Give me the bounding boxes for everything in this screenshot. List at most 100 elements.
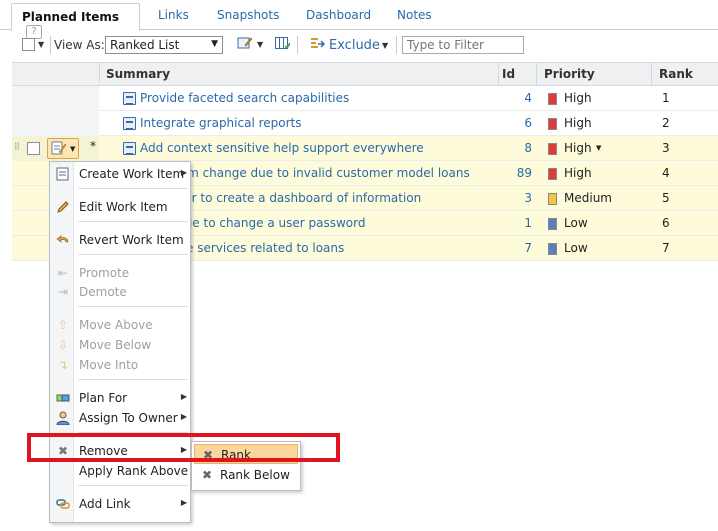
user-icon xyxy=(56,411,70,426)
priority-chevron-down-icon[interactable]: ▼ xyxy=(596,144,601,152)
submenu-arrow-icon: ▶ xyxy=(180,168,187,177)
row-id-link[interactable]: 3 xyxy=(502,191,532,205)
move-below-icon: ⇩ xyxy=(57,338,69,352)
menu-item-promote: ⇤ Promote xyxy=(50,263,192,283)
exclude-icon[interactable] xyxy=(309,36,326,55)
chevron-down-icon: ▼ xyxy=(211,39,218,49)
row-id-link[interactable]: 8 xyxy=(502,141,532,155)
view-as-select[interactable]: Ranked List ▼ xyxy=(105,36,223,54)
tab-snapshots[interactable]: Snapshots xyxy=(217,8,279,22)
view-as-value: Ranked List xyxy=(110,38,180,52)
row-summary-link[interactable]: Integrate graphical reports xyxy=(140,116,302,130)
remove-icon: ✖ xyxy=(202,468,213,482)
table-header: Summary Id Priority Rank xyxy=(12,62,718,86)
edit-view-icon[interactable] xyxy=(237,35,253,54)
column-id[interactable]: Id xyxy=(502,67,515,81)
menu-item-create-work-item[interactable]: Create Work Item ▶ xyxy=(50,164,192,184)
view-as-label: View As: xyxy=(54,38,105,52)
row-summary-link[interactable]: ible to change a user password xyxy=(178,216,365,230)
plan-icon xyxy=(56,391,70,405)
menu-item-move-above: ⇧ Move Above xyxy=(50,315,192,335)
row-priority[interactable]: Low xyxy=(564,216,588,230)
menu-item-label: Assign To Owner xyxy=(79,411,178,425)
create-work-item-icon xyxy=(56,167,70,181)
menu-divider xyxy=(78,306,188,307)
row-priority[interactable]: High xyxy=(564,116,592,130)
row-priority[interactable]: Medium xyxy=(564,191,612,205)
row-summary-link[interactable]: ser to create a dashboard of information xyxy=(178,191,421,205)
row-summary-link[interactable]: e services related to loans xyxy=(186,241,344,255)
toolbar: ▼ View As: Ranked List ▼ ▼ Exclude ▼ xyxy=(0,31,718,59)
row-priority[interactable]: High xyxy=(564,166,592,180)
row-id-link[interactable]: 7 xyxy=(502,241,532,255)
select-menu-chevron-down-icon[interactable]: ▼ xyxy=(38,40,44,49)
revert-icon xyxy=(56,233,70,247)
row-rank: 5 xyxy=(662,191,670,205)
row-rank: 1 xyxy=(662,91,670,105)
menu-item-add-link[interactable]: Add Link ▶ xyxy=(50,494,192,514)
menu-item-label: Move Above xyxy=(79,318,153,332)
header-divider xyxy=(99,62,100,86)
row-rank: 4 xyxy=(662,166,670,180)
story-icon xyxy=(123,117,136,130)
table-row[interactable]: Integrate graphical reports 6 High 2 xyxy=(12,111,718,136)
menu-item-label: Apply Rank Above xyxy=(79,464,189,478)
promote-icon: ⇤ xyxy=(57,266,69,280)
column-summary[interactable]: Summary xyxy=(106,67,170,81)
menu-item-assign-to-owner[interactable]: Assign To Owner ▶ xyxy=(50,408,192,428)
row-summary-link[interactable]: Add context sensitive help support every… xyxy=(140,141,424,155)
table-row-selected[interactable]: ⁞⁞ ▼ * Add context sensitive help suppor… xyxy=(12,136,718,161)
link-icon xyxy=(56,497,70,511)
row-checkbox[interactable] xyxy=(27,142,40,155)
row-rank: 3 xyxy=(662,141,670,155)
submenu-item-rank-below[interactable]: ✖ Rank Below xyxy=(194,465,298,485)
row-id-link[interactable]: 6 xyxy=(502,116,532,130)
priority-high-icon xyxy=(548,118,557,130)
row-id-link[interactable]: 1 xyxy=(502,216,532,230)
menu-item-plan-for[interactable]: Plan For ▶ xyxy=(50,388,192,408)
table-row[interactable]: Provide faceted search capabilities 4 Hi… xyxy=(12,86,718,111)
menu-divider xyxy=(78,188,188,189)
tab-dashboard[interactable]: Dashboard xyxy=(306,8,371,22)
exclude-button[interactable]: Exclude xyxy=(329,38,380,53)
chevron-down-icon: ▼ xyxy=(70,145,76,153)
priority-medium-icon xyxy=(548,193,557,205)
priority-high-icon xyxy=(548,93,557,105)
menu-item-label: Move Below xyxy=(79,338,152,352)
row-context-menu: Create Work Item ▶ Edit Work Item Revert… xyxy=(49,161,191,523)
menu-item-label: Plan For xyxy=(79,391,128,405)
column-rank[interactable]: Rank xyxy=(659,67,693,81)
select-all-checkbox[interactable] xyxy=(22,38,35,51)
filter-input[interactable] xyxy=(402,36,524,54)
menu-item-label: Move Into xyxy=(79,358,139,372)
menu-item-label: Edit Work Item xyxy=(79,200,168,214)
priority-low-icon xyxy=(548,243,557,255)
row-summary-link[interactable]: Provide faceted search capabilities xyxy=(140,91,349,105)
menu-item-revert-work-item[interactable]: Revert Work Item xyxy=(50,230,192,250)
menu-item-edit-work-item[interactable]: Edit Work Item xyxy=(50,197,192,217)
menu-divider xyxy=(78,379,188,380)
tab-planned-items[interactable]: Planned Items ? xyxy=(11,3,140,39)
row-priority[interactable]: Low xyxy=(564,241,588,255)
tab-links[interactable]: Links xyxy=(158,8,189,22)
submenu-arrow-icon: ▶ xyxy=(180,498,187,507)
column-priority[interactable]: Priority xyxy=(544,67,595,81)
row-summary-link[interactable]: orm change due to invalid customer model… xyxy=(175,166,470,180)
row-rank: 6 xyxy=(662,216,670,230)
row-priority[interactable]: High xyxy=(564,141,592,155)
menu-divider xyxy=(78,254,188,255)
edit-view-chevron-down-icon[interactable]: ▼ xyxy=(257,40,263,49)
row-id-link[interactable]: 4 xyxy=(502,91,532,105)
menu-item-label: Revert Work Item xyxy=(79,233,184,247)
menu-item-apply-rank-above[interactable]: Apply Rank Above xyxy=(50,461,192,481)
columns-icon[interactable] xyxy=(274,35,291,54)
row-id-link[interactable]: 89 xyxy=(502,166,532,180)
story-icon xyxy=(123,142,136,155)
tab-notes[interactable]: Notes xyxy=(397,8,432,22)
menu-divider xyxy=(78,485,188,486)
menu-item-move-below: ⇩ Move Below xyxy=(50,335,192,355)
row-priority[interactable]: High xyxy=(564,91,592,105)
drag-handle-icon[interactable]: ⁞⁞ xyxy=(14,140,20,153)
exclude-chevron-down-icon[interactable]: ▼ xyxy=(382,41,388,50)
row-actions-button[interactable]: ▼ xyxy=(47,138,79,159)
